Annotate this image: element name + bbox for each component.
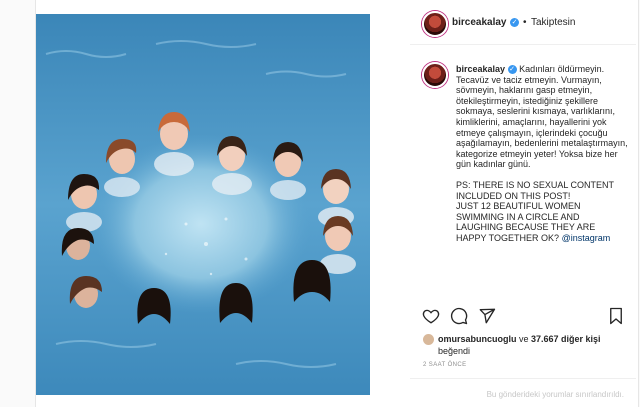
bookmark-icon[interactable] (608, 307, 624, 325)
header-divider (410, 44, 636, 45)
footer-divider (410, 378, 636, 379)
verified-badge-icon: ✓ (507, 65, 517, 75)
caption-ps: PS: THERE IS NO SEXUAL CONTENT INCLUDED … (456, 180, 628, 244)
post-caption: birceakalay ✓ Kadınları öldürmeyin. Teca… (456, 64, 628, 244)
likes-connector: ve (516, 334, 532, 344)
likes-count-link[interactable]: 37.667 diğer kişi (531, 334, 601, 344)
action-bar (410, 307, 636, 331)
likes-suffix: beğendi (438, 346, 471, 356)
author-avatar[interactable] (422, 11, 448, 37)
follow-status-button[interactable]: Takiptesin (531, 17, 575, 28)
header-separator: • (523, 17, 527, 28)
caption-username[interactable]: birceakalay (456, 64, 505, 74)
comments-restricted-notice: Bu gönderideki yorumlar sınırlandırıldı. (486, 390, 624, 399)
liker-username[interactable]: omursabuncuoglu (438, 334, 517, 344)
comment-icon[interactable] (450, 307, 468, 325)
caption-text: Kadınları öldürmeyin. Tecavüz ve taciz e… (456, 64, 628, 170)
share-icon[interactable] (478, 307, 496, 325)
author-username[interactable]: birceakalay (452, 17, 507, 28)
post-side-panel: birceakalay ✓ • Takiptesin birceakalay ✓… (410, 0, 636, 407)
caption-avatar[interactable] (422, 62, 448, 88)
heart-icon[interactable] (422, 307, 440, 325)
caption-mention-link[interactable]: @instagram (562, 233, 611, 243)
post-photo[interactable] (36, 14, 370, 395)
post-timestamp[interactable]: 2 SAAT ÖNCE (423, 362, 467, 368)
likes-summary: omursabuncuoglu ve 37.667 diğer kişi beğ… (438, 333, 601, 357)
liker-avatar[interactable] (423, 334, 434, 345)
verified-badge-icon: ✓ (510, 18, 519, 27)
